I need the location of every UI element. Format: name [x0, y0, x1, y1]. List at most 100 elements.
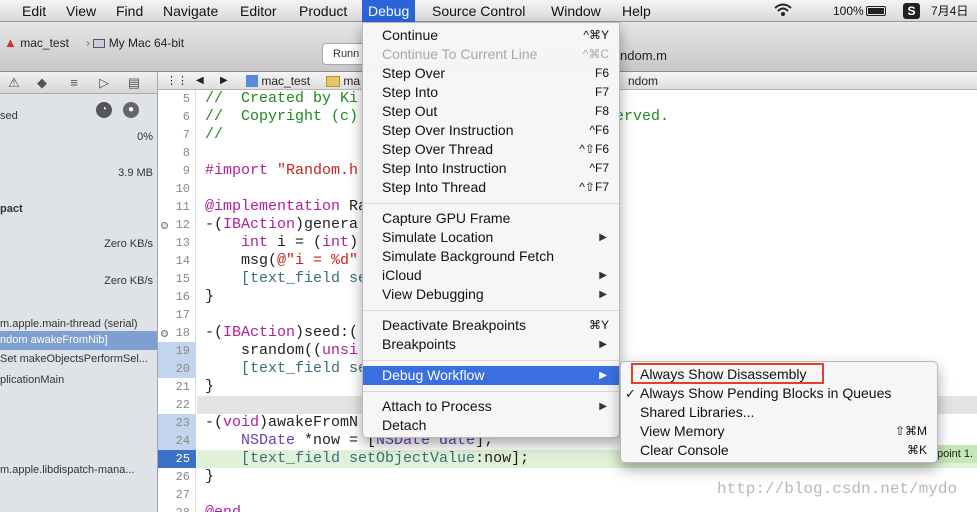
thread-dispatch[interactable]: m.apple.libdispatch-mana... [0, 464, 135, 476]
annotation-highlight-box [631, 363, 824, 384]
line-number: 13 [175, 236, 190, 250]
menu-window[interactable]: Window [551, 0, 601, 22]
wifi-icon[interactable] [773, 0, 795, 22]
related-items-icon[interactable]: ⋮⋮ [166, 73, 188, 89]
line-number: 20 [158, 360, 196, 378]
menu-item-step-over-instruction[interactable]: Step Over Instruction ^F6 [363, 121, 619, 140]
line-number: 7 [182, 128, 190, 142]
menu-item-always-show-pending-blocks[interactable]: ✓ Always Show Pending Blocks in Queues [621, 384, 937, 403]
line-number: 8 [182, 146, 190, 160]
frame-awake-from-nib[interactable]: ndom awakeFromNib] [0, 334, 108, 346]
code-line-25: [text_field setObjectValue:now]; [205, 450, 530, 467]
navigator-tabs: ⚠ ◆ ≡ ▷ ▤ [0, 72, 157, 94]
menu-item-shared-libraries[interactable]: Shared Libraries... [621, 403, 937, 422]
code-line-6-tail: erved. [615, 108, 670, 125]
debug-icon[interactable]: ≡ [66, 75, 82, 91]
battery-icon[interactable] [866, 0, 886, 22]
folder-icon [326, 76, 340, 87]
menu-debug[interactable]: Debug [362, 0, 416, 22]
menu-navigate[interactable]: Navigate [163, 0, 218, 22]
line-number: 21 [175, 380, 190, 394]
log-icon[interactable]: ▤ [126, 75, 142, 91]
line-number: 26 [175, 470, 190, 484]
cpu-value: 0% [137, 131, 153, 143]
forward-arrow-icon[interactable]: ▶ [220, 73, 228, 89]
back-arrow-icon[interactable]: ◀ [196, 73, 204, 89]
line-number: 10 [175, 182, 190, 196]
menu-help[interactable]: Help [622, 0, 651, 22]
menu-item-view-memory[interactable]: View Memory ⇧⌘M [621, 422, 937, 441]
code-line-6: // Copyright (c) [205, 108, 359, 125]
clock-date[interactable]: 7月4日 [931, 0, 968, 22]
frame-make-objects[interactable]: Set makeObjectsPerformSel... [0, 353, 148, 365]
line-number: 5 [182, 92, 190, 106]
project-icon: ▲ [4, 35, 17, 50]
menu-separator [363, 203, 619, 204]
destination-selector[interactable]: › My Mac 64-bit [86, 33, 184, 53]
line-number: 22 [175, 398, 190, 412]
menu-item-deactivate-breakpoints[interactable]: Deactivate Breakpoints ⌘Y [363, 316, 619, 335]
menu-item-step-into[interactable]: Step Into F7 [363, 83, 619, 102]
menu-item-detach[interactable]: Detach [363, 416, 619, 435]
scheme-name: mac_test [20, 36, 69, 50]
code-line-19: srandom((unsi [205, 342, 359, 359]
menu-item-continue[interactable]: Continue ^⌘Y [363, 26, 619, 45]
code-line-18: -(IBAction)seed:( [205, 324, 359, 341]
submenu-arrow-icon: ▶ [599, 289, 607, 300]
options-icon[interactable]: ● [123, 102, 139, 118]
menu-item-view-debugging[interactable]: View Debugging ▶ [363, 285, 619, 304]
thread-main[interactable]: m.apple.main-thread (serial) [0, 318, 138, 330]
menu-item-capture-gpu-frame[interactable]: Capture GPU Frame [363, 209, 619, 228]
menu-item-icloud[interactable]: iCloud ▶ [363, 266, 619, 285]
disk-value: Zero KB/s [104, 238, 153, 250]
breakpoint-marker-icon[interactable] [161, 222, 168, 229]
menu-view[interactable]: View [66, 0, 96, 22]
jumpbar-file[interactable]: ndom [628, 73, 658, 89]
line-number-gutter[interactable]: 5 6 7 8 9 10 11 12 13 14 15 16 17 18 19 … [158, 90, 196, 512]
menu-find[interactable]: Find [116, 0, 143, 22]
jumpbar-folder[interactable]: ma [326, 73, 360, 89]
menu-item-clear-console[interactable]: Clear Console ⌘K [621, 441, 937, 460]
submenu-arrow-icon: ▶ [599, 232, 607, 243]
breakpoint-marker-icon[interactable] [161, 330, 168, 337]
menu-item-step-into-instruction[interactable]: Step Into Instruction ^F7 [363, 159, 619, 178]
chevron-right-icon: › [86, 36, 90, 50]
menu-separator [363, 310, 619, 311]
scheme-selector[interactable]: ▲ mac_test [4, 33, 69, 53]
line-number: 24 [158, 432, 196, 450]
code-line-14: msg(@"i = %d" [205, 252, 359, 269]
line-number: 6 [182, 110, 190, 124]
menu-source-control[interactable]: Source Control [432, 0, 525, 22]
project-file-icon [246, 75, 258, 87]
s-status-icon[interactable]: S [903, 3, 920, 19]
menu-item-simulate-location[interactable]: Simulate Location ▶ [363, 228, 619, 247]
menu-editor[interactable]: Editor [240, 0, 277, 22]
destination-name: My Mac 64-bit [108, 36, 185, 50]
breakpoint-nav-icon[interactable]: ▷ [96, 75, 112, 91]
menu-item-simulate-background-fetch[interactable]: Simulate Background Fetch [363, 247, 619, 266]
menu-item-step-over-thread[interactable]: Step Over Thread ^⇧F6 [363, 140, 619, 159]
frame-application-main[interactable]: plicationMain [0, 374, 64, 386]
line-number: 16 [175, 290, 190, 304]
menu-item-breakpoints[interactable]: Breakpoints ▶ [363, 335, 619, 354]
menu-item-step-into-thread[interactable]: Step Into Thread ^⇧F7 [363, 178, 619, 197]
code-line-21: } [205, 378, 215, 395]
submenu-arrow-icon: ▶ [599, 270, 607, 281]
test-icon[interactable]: ◆ [34, 75, 50, 91]
menu-item-step-out[interactable]: Step Out F8 [363, 102, 619, 121]
code-line-23: -(void)awakeFromN [205, 414, 359, 431]
code-line-26: } [205, 468, 215, 485]
checkmark-icon: ✓ [625, 386, 636, 401]
battery-percent: 100% [833, 4, 864, 18]
menu-edit[interactable]: Edit [22, 0, 46, 22]
menu-item-debug-workflow[interactable]: Debug Workflow ▶ [363, 366, 619, 385]
code-line-7: // [205, 126, 224, 143]
menu-item-attach-to-process[interactable]: Attach to Process ▶ [363, 397, 619, 416]
issue-icon[interactable]: ⚠ [6, 75, 22, 91]
menu-product[interactable]: Product [299, 0, 347, 22]
network-value: Zero KB/s [104, 275, 153, 287]
menu-item-step-over[interactable]: Step Over F6 [363, 64, 619, 83]
menu-item-continue-to-current-line[interactable]: Continue To Current Line ^⌘C [363, 45, 619, 64]
gauge-icon[interactable]: ◔ [96, 102, 112, 118]
jumpbar-project[interactable]: mac_test [246, 73, 310, 89]
